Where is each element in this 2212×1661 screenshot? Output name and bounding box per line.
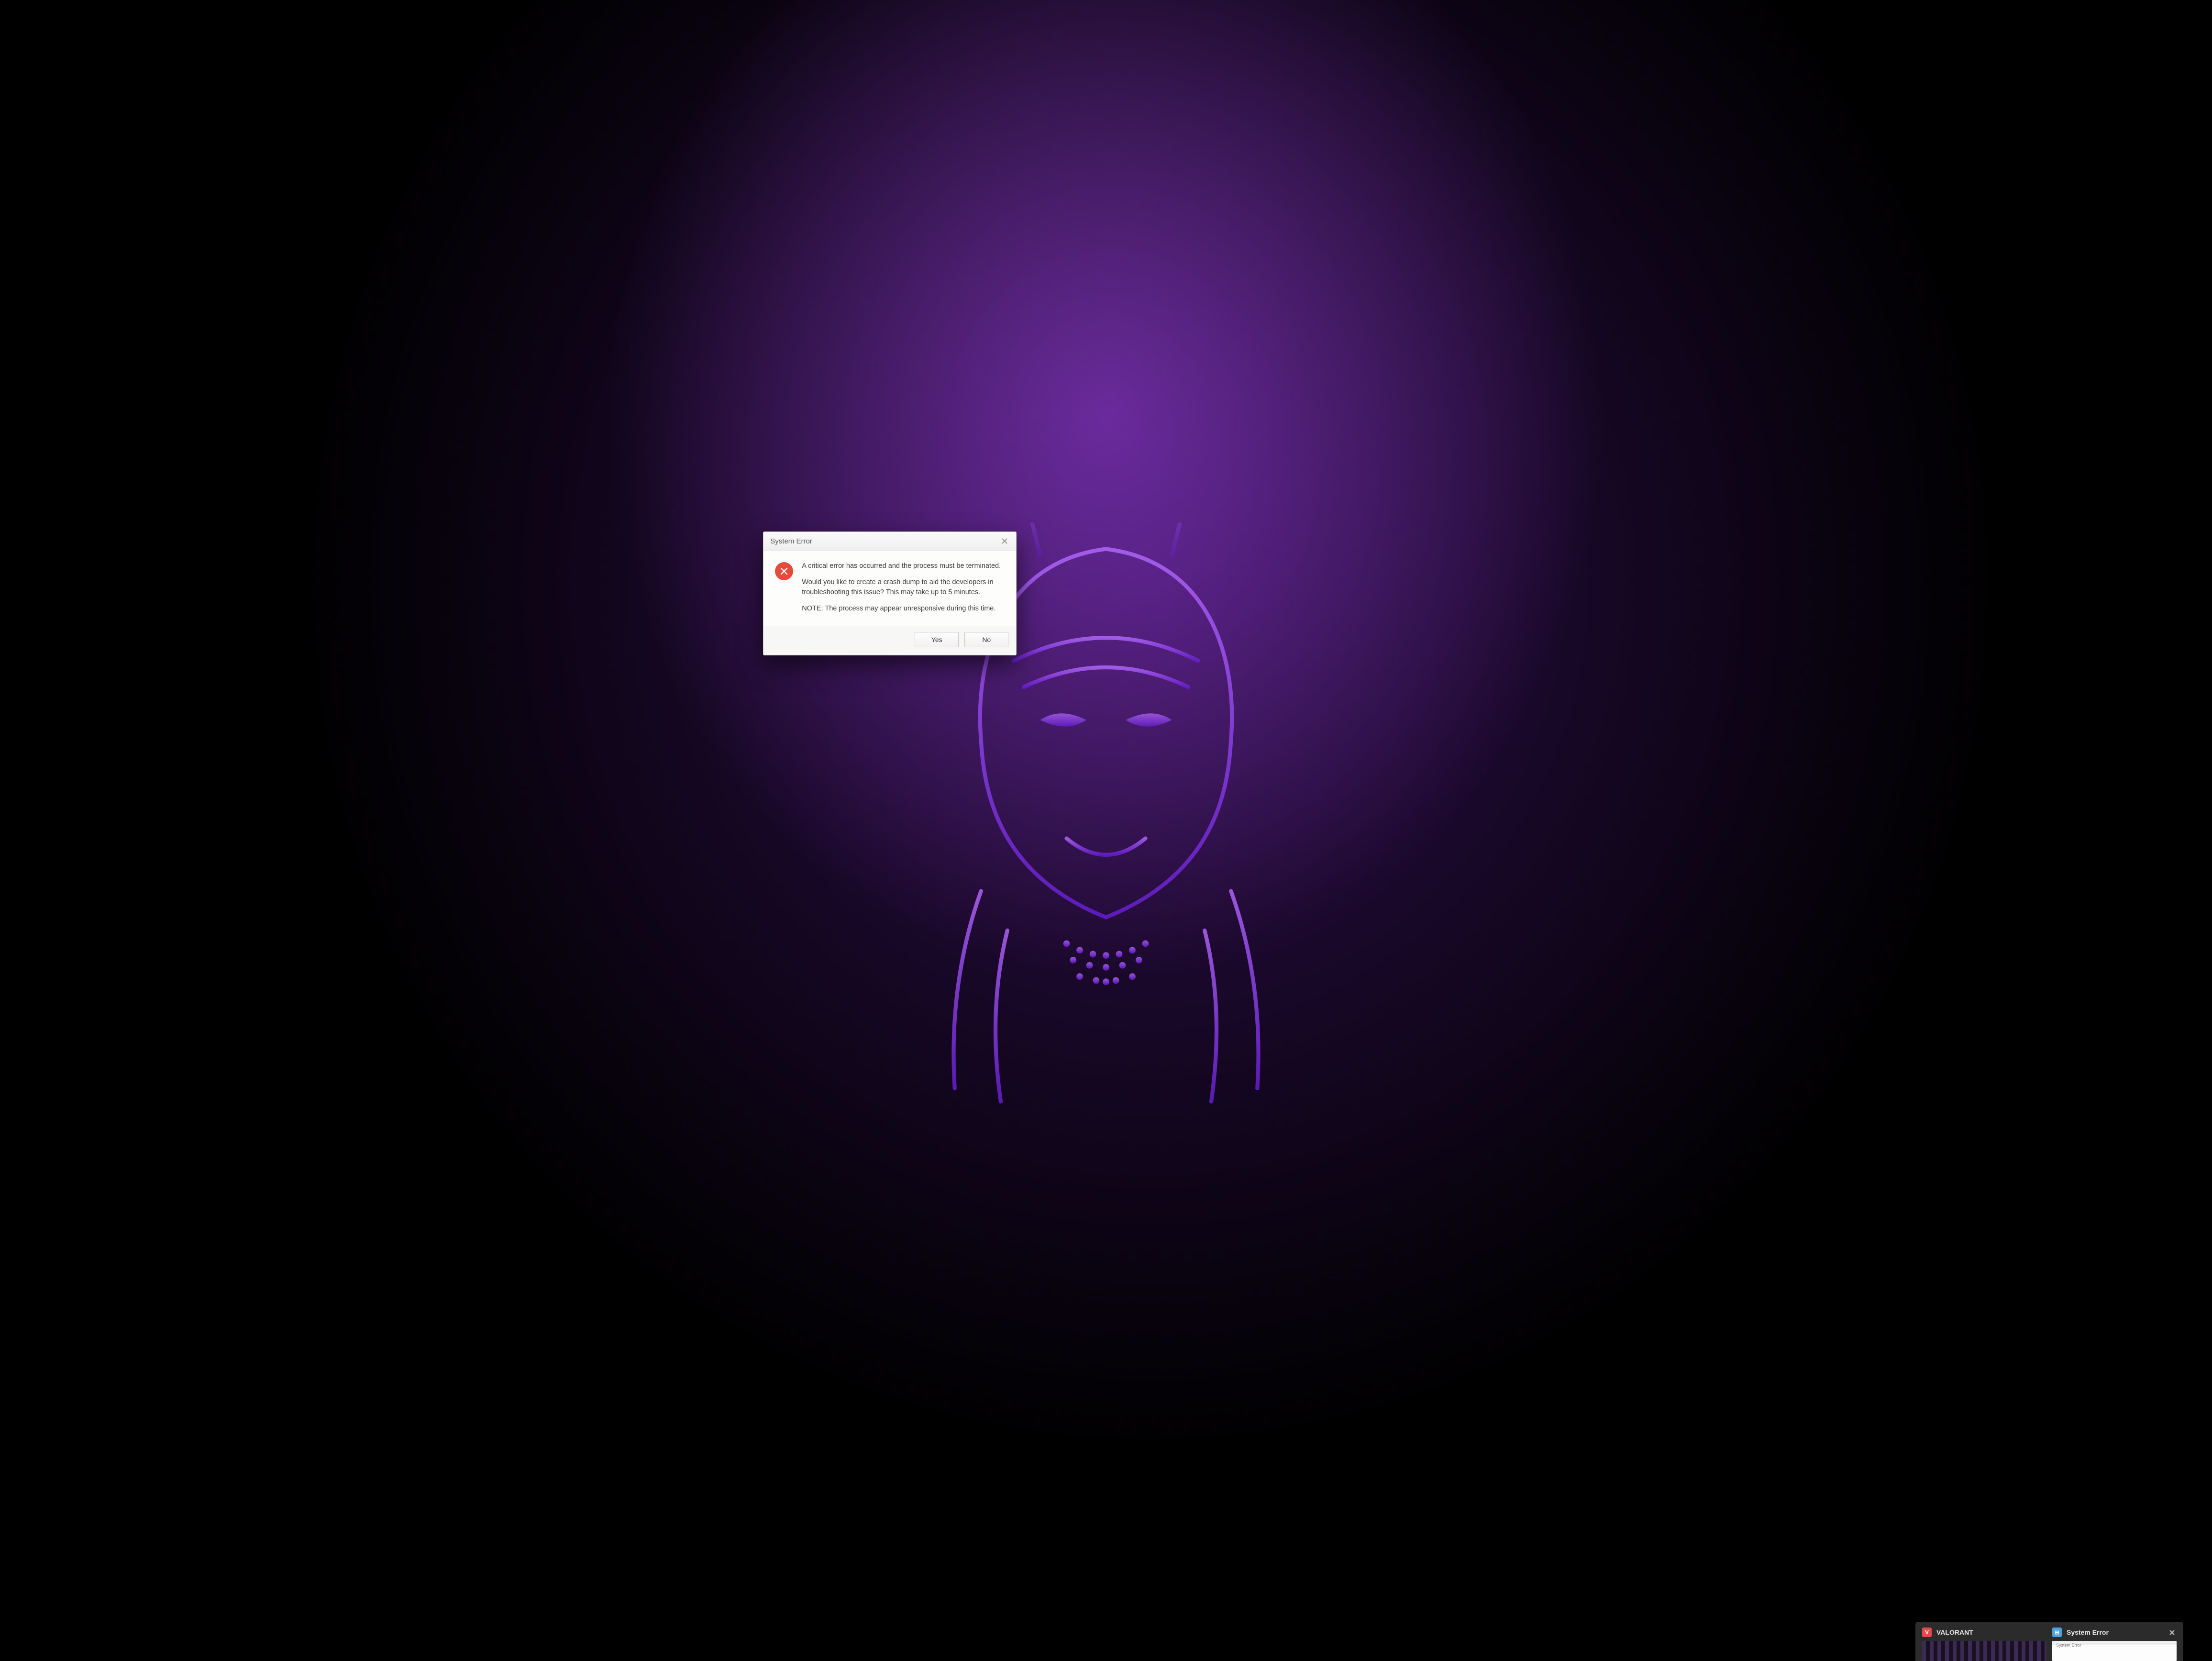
dialog-message: A critical error has occurred and the pr… <box>802 561 1004 613</box>
preview-thumbnail <box>1922 1641 2046 1661</box>
dialog-paragraph: Would you like to create a crash dump to… <box>802 577 1004 597</box>
yes-button[interactable]: Yes <box>915 632 959 647</box>
no-button[interactable]: No <box>964 632 1008 647</box>
dialog-footer: Yes No <box>763 626 1016 655</box>
system-error-dialog: System Error A critical error has occurr… <box>763 532 1017 655</box>
dialog-close-button[interactable] <box>998 536 1011 546</box>
error-icon <box>775 562 793 580</box>
preview-title: System Error <box>2067 1628 2162 1636</box>
taskbar-preview-panel: V VALORANT ⊞ System Error System Error <box>1915 1622 2183 1661</box>
taskbar-preview-valorant[interactable]: V VALORANT <box>1922 1628 2046 1661</box>
dialog-paragraph: A critical error has occurred and the pr… <box>802 561 1004 571</box>
preview-mini-title: System Error <box>2056 1643 2081 1648</box>
desktop-wallpaper <box>0 0 2212 1661</box>
preview-title: VALORANT <box>1936 1628 2046 1636</box>
preview-header: ⊞ System Error <box>2052 1628 2177 1641</box>
dialog-body: A critical error has occurred and the pr… <box>763 551 1016 626</box>
preview-thumbnail: System Error <box>2052 1641 2177 1661</box>
dialog-titlebar[interactable]: System Error <box>763 532 1016 551</box>
window-icon: ⊞ <box>2052 1628 2062 1637</box>
close-icon <box>2169 1630 2175 1635</box>
preview-close-button[interactable] <box>2167 1628 2177 1637</box>
close-icon <box>1002 538 1007 544</box>
preview-header: V VALORANT <box>1922 1628 2046 1641</box>
dialog-title: System Error <box>770 537 812 545</box>
dialog-paragraph: NOTE: The process may appear unresponsiv… <box>802 604 1004 613</box>
x-mark-icon <box>780 567 788 576</box>
taskbar-preview-system-error[interactable]: ⊞ System Error System Error <box>2052 1628 2177 1661</box>
valorant-icon: V <box>1922 1628 1932 1637</box>
